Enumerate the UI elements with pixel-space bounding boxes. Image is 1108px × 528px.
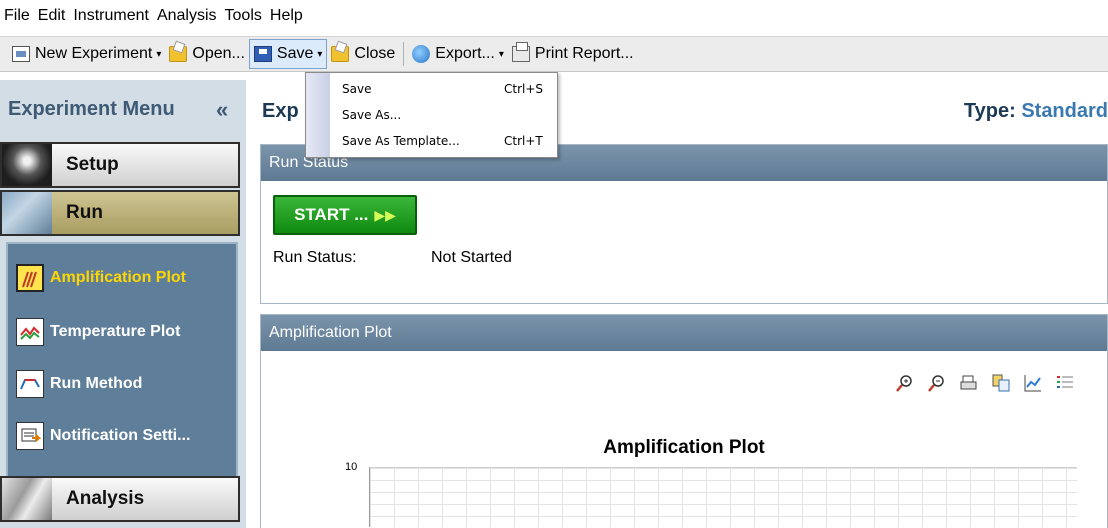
amplification-plot-panel-header: Amplification Plot	[261, 315, 1107, 351]
toolbar-separator	[403, 42, 405, 66]
temperature-plot-label: Temperature Plot	[50, 323, 181, 340]
menu-tools[interactable]: Tools	[225, 7, 262, 25]
zoom-out-icon[interactable]	[921, 373, 953, 395]
start-arrow-icon: ▶▶	[374, 206, 396, 223]
sidebar-item-run-method[interactable]: Run Method	[16, 364, 236, 404]
amplification-plot-icon	[16, 264, 44, 292]
save-button[interactable]: Save ▾	[248, 39, 328, 69]
run-method-icon	[16, 370, 44, 398]
setup-section-button[interactable]: Setup	[0, 142, 240, 188]
menu-item-save[interactable]: Save Ctrl+S	[306, 77, 557, 101]
print-report-button[interactable]: Print Report...	[508, 39, 638, 69]
save-label: Save	[276, 45, 314, 62]
printer-icon	[511, 42, 530, 62]
export-button[interactable]: Export... ▾	[408, 39, 508, 69]
sidebar-item-notification-settings[interactable]: Notification Setti...	[16, 416, 236, 456]
run-label: Run	[66, 202, 103, 223]
menu-item-save-shortcut: Ctrl+S	[504, 82, 544, 96]
amplification-plot-panel: Amplification Plot Amplification Plot 10	[260, 314, 1108, 528]
plot-area[interactable]	[369, 467, 1077, 527]
export-caret-icon: ▾	[498, 48, 504, 60]
run-submenu: Amplification Plot Temperature Plot Run …	[6, 242, 238, 478]
menu-analysis[interactable]: Analysis	[157, 7, 217, 25]
setup-thumbnail-icon	[2, 144, 52, 186]
export-label: Export...	[435, 45, 495, 62]
run-section-button[interactable]: Run	[0, 190, 240, 236]
plot-toolbar	[889, 373, 1081, 395]
close-button[interactable]: Close	[327, 39, 399, 69]
save-disk-icon	[253, 46, 272, 62]
new-experiment-icon	[12, 46, 30, 62]
open-folder-icon	[169, 46, 188, 62]
experiment-title-start: Exp	[262, 100, 299, 122]
analysis-thumbnail-icon	[2, 478, 52, 520]
analysis-label: Analysis	[66, 488, 145, 509]
sidebar-item-temperature-plot[interactable]: Temperature Plot	[16, 312, 236, 352]
analysis-section-button[interactable]: Analysis	[0, 476, 240, 522]
open-button[interactable]: Open...	[165, 39, 248, 69]
close-folder-icon	[331, 46, 350, 62]
new-experiment-label: New Experiment	[35, 45, 153, 62]
start-run-label: START ...	[294, 205, 369, 224]
save-caret-icon: ▾	[317, 48, 323, 60]
menu-item-save-as-template-shortcut: Ctrl+T	[504, 134, 543, 148]
collapse-sidebar-icon[interactable]: «	[216, 97, 228, 123]
experiment-menu-title: Experiment Menu	[8, 97, 175, 120]
plot-title: Amplification Plot	[603, 437, 765, 458]
setup-label: Setup	[66, 154, 119, 175]
menu-item-save-as[interactable]: Save As...	[306, 103, 557, 127]
amplification-plot-label: Amplification Plot	[50, 269, 186, 286]
menu-edit[interactable]: Edit	[38, 7, 66, 25]
menu-item-save-as-label: Save As...	[342, 108, 402, 122]
plot-settings-icon[interactable]	[1017, 373, 1049, 395]
new-experiment-button[interactable]: New Experiment ▾	[8, 39, 165, 69]
menu-bar: File Edit Instrument Analysis Tools Help	[0, 0, 1108, 32]
toolbar: New Experiment ▾ Open... Save ▾ Close Ex…	[0, 36, 1108, 72]
menu-item-save-label: Save	[342, 82, 372, 96]
sidebar-item-amplification-plot[interactable]: Amplification Plot	[16, 258, 236, 298]
menu-instrument[interactable]: Instrument	[73, 7, 149, 25]
zoom-in-icon[interactable]	[889, 373, 921, 395]
plot-y-tick-top: 10	[345, 461, 358, 473]
experiment-menu-header: Experiment Menu «	[0, 80, 246, 138]
run-status-panel: Run Status START ... ▶▶ Run Status: Not …	[260, 144, 1108, 304]
type-label: Type:	[963, 100, 1016, 122]
temperature-plot-icon	[16, 318, 44, 346]
notification-settings-icon	[16, 422, 44, 450]
save-dropdown-menu: Save Ctrl+S Save As... Save As Template.…	[305, 72, 558, 158]
export-globe-icon	[412, 45, 431, 63]
print-report-label: Print Report...	[534, 45, 634, 62]
menu-item-save-as-template-label: Save As Template...	[342, 134, 460, 148]
type-value: Standard	[1021, 100, 1108, 122]
new-experiment-caret-icon: ▾	[156, 48, 162, 60]
close-label: Close	[354, 45, 396, 62]
menu-file[interactable]: File	[4, 7, 30, 25]
copy-image-icon[interactable]	[985, 373, 1017, 395]
menu-help[interactable]: Help	[270, 7, 303, 25]
menu-item-save-as-template[interactable]: Save As Template... Ctrl+T	[306, 129, 557, 153]
run-method-label: Run Method	[50, 375, 143, 392]
experiment-menu-sidebar: Experiment Menu « Setup Run Amplificatio…	[0, 80, 246, 528]
run-thumbnail-icon	[2, 192, 52, 234]
run-status-value: Not Started	[431, 249, 512, 266]
open-label: Open...	[192, 45, 245, 62]
legend-icon[interactable]	[1049, 373, 1081, 395]
experiment-type: Type: Standard	[964, 100, 1108, 123]
run-status-label: Run Status:	[273, 249, 357, 266]
print-icon[interactable]	[953, 373, 985, 395]
notification-settings-label: Notification Setti...	[50, 427, 191, 444]
start-run-button[interactable]: START ... ▶▶	[273, 195, 417, 235]
